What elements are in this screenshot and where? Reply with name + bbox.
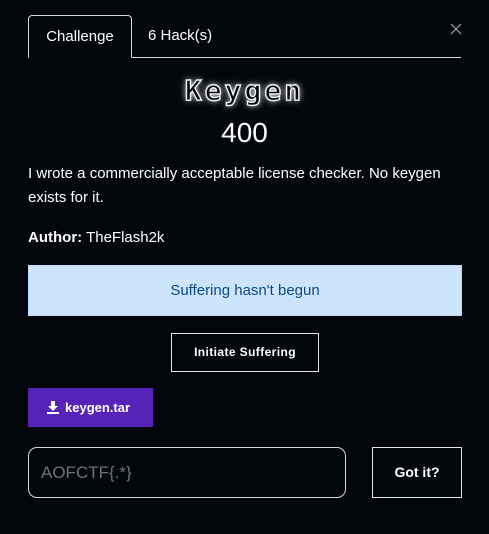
tab-hacks[interactable]: 6 Hack(s)	[148, 15, 228, 57]
author-line: Author: TheFlash2k	[28, 228, 164, 248]
download-icon	[47, 401, 59, 414]
author-name: TheFlash2k	[86, 229, 165, 246]
challenge-points: 400	[221, 117, 268, 148]
download-file-button[interactable]: keygen.tar	[28, 388, 153, 427]
status-alert: Suffering hasn't begun	[28, 265, 462, 316]
challenge-title: Keygen	[184, 73, 305, 107]
tab-bar: Challenge 6 Hack(s)	[28, 15, 461, 58]
close-icon[interactable]	[449, 22, 463, 36]
status-text: Suffering hasn't begun	[170, 282, 320, 299]
submit-flag-button[interactable]: Got it?	[372, 447, 462, 498]
download-file-label: keygen.tar	[65, 400, 131, 415]
initiate-suffering-button[interactable]: Initiate Suffering	[171, 333, 319, 372]
author-label: Author:	[28, 229, 83, 246]
challenge-description: I wrote a commercially acceptable licens…	[28, 165, 441, 206]
flag-input[interactable]	[28, 447, 346, 498]
challenge-modal: Challenge 6 Hack(s) Keygen 400 I wrote a…	[0, 0, 489, 534]
tab-challenge[interactable]: Challenge	[28, 15, 132, 58]
